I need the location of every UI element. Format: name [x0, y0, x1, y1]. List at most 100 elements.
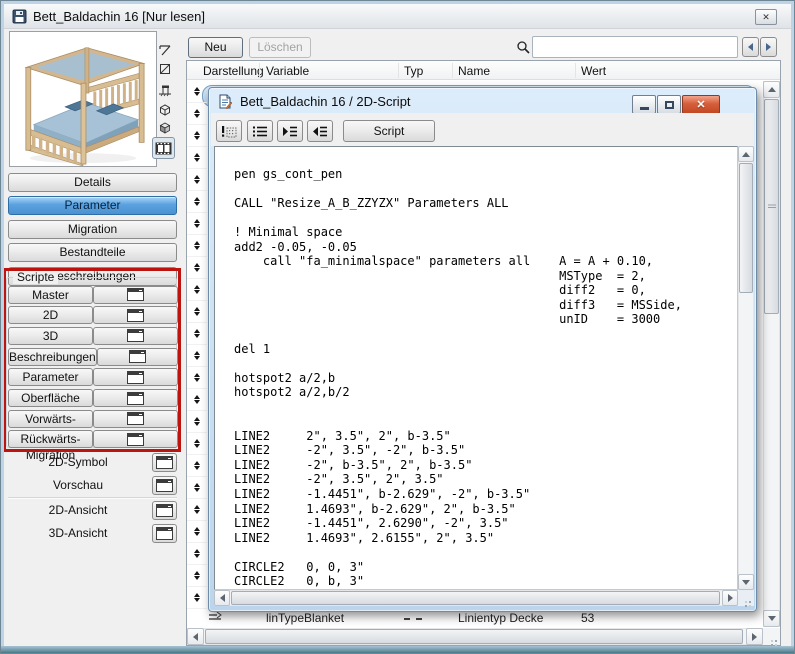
row-drag-handle-icon[interactable] — [187, 565, 207, 587]
row-drag-handle-icon[interactable] — [187, 389, 207, 411]
row-drag-handle-icon[interactable] — [187, 125, 207, 147]
close-icon[interactable]: ✕ — [682, 95, 720, 114]
open-script-window-button[interactable] — [93, 327, 178, 345]
row-drag-handle-icon[interactable] — [187, 191, 207, 213]
row-drag-handle-icon[interactable] — [187, 103, 207, 125]
row-drag-handle-icon[interactable] — [187, 257, 207, 279]
row-drag-handle-icon[interactable] — [187, 345, 207, 367]
search-prev-button[interactable] — [742, 37, 759, 57]
vertical-scroll-thumb[interactable] — [739, 163, 753, 293]
open-script-window-button[interactable] — [93, 286, 178, 304]
script-button[interactable]: 2D — [8, 306, 93, 324]
script-row: Vorwärts-Migration — [8, 409, 178, 428]
scroll-up-button[interactable] — [763, 81, 780, 98]
open-script-window-button[interactable] — [93, 410, 178, 428]
row-drag-handle-icon[interactable] — [187, 323, 207, 345]
row-drag-handle-icon[interactable] — [187, 169, 207, 191]
row-drag-handle-icon[interactable] — [187, 411, 207, 433]
solid-cube-icon[interactable] — [157, 121, 173, 135]
search-next-button[interactable] — [760, 37, 777, 57]
line-numbers-button[interactable] — [247, 120, 273, 142]
row-drag-handle-icon[interactable] — [187, 235, 207, 257]
row-drag-handle-icon[interactable] — [187, 301, 207, 323]
window-titlebar[interactable]: Bett_Baldachin 16 [Nur lesen] — [4, 4, 791, 29]
2d-drawing-icon[interactable] — [157, 42, 173, 56]
row-drag-handle-icon[interactable] — [187, 477, 207, 499]
column-wert[interactable]: Wert — [581, 64, 606, 78]
row-drag-handle-icon[interactable] — [187, 499, 207, 521]
window-icon — [127, 288, 144, 301]
wireframe-cube-icon[interactable] — [157, 103, 173, 117]
row-drag-handle-icon[interactable] — [187, 367, 207, 389]
row-drag-handle-icon[interactable] — [187, 543, 207, 565]
table-header[interactable]: Darstellung Variable Typ Name Wert — [187, 61, 780, 80]
window-icon — [156, 527, 173, 540]
object-on-ground-icon[interactable] — [157, 83, 173, 97]
script-button[interactable]: Beschreibungen — [8, 348, 97, 366]
horizontal-scroll-thumb[interactable] — [231, 591, 720, 605]
sidebar-item-parameter[interactable]: Parameter — [8, 196, 177, 215]
row-drag-handle-icon[interactable] — [187, 213, 207, 235]
open-script-window-button[interactable] — [93, 430, 178, 448]
check-script-icon-button[interactable] — [216, 120, 242, 142]
indent-button[interactable] — [277, 120, 303, 142]
script-button[interactable]: Parameter — [8, 368, 93, 386]
row-drag-handle-icon[interactable] — [187, 521, 207, 543]
outdent-button[interactable] — [307, 120, 333, 142]
scroll-left-button[interactable] — [214, 590, 230, 606]
arrow-left-icon — [193, 633, 198, 641]
maximize-icon[interactable] — [657, 95, 681, 114]
row-drag-handle-icon[interactable] — [187, 147, 207, 169]
sidebar-item-bestandteile[interactable]: Bestandteile — [8, 243, 177, 262]
script-button[interactable]: 3D — [8, 327, 93, 345]
column-darstellung[interactable]: Darstellung — [203, 64, 264, 78]
row-drag-handle-icon[interactable] — [187, 455, 207, 477]
2d-symbol-view-icon[interactable] — [157, 62, 173, 76]
exclamation-grid-icon — [221, 124, 237, 138]
scroll-right-button[interactable] — [746, 628, 763, 645]
script-button[interactable]: Master — [8, 286, 93, 304]
search-input[interactable] — [532, 36, 738, 58]
scroll-left-button[interactable] — [187, 628, 204, 645]
sidebar-item-details[interactable]: Details — [8, 173, 177, 192]
sidebar-divider — [8, 497, 177, 498]
open-script-window-button[interactable] — [93, 368, 178, 386]
check-script-button[interactable]: Script überprüfen — [343, 120, 435, 142]
scroll-right-button[interactable] — [722, 590, 738, 606]
row-drag-handle-icon[interactable] — [187, 279, 207, 301]
sidebar-item-migration[interactable]: Migration — [8, 220, 177, 239]
open-vorschau-button[interactable] — [152, 476, 177, 495]
scroll-down-button[interactable] — [738, 574, 754, 590]
delete-button[interactable]: Löschen — [249, 37, 311, 58]
app-icon — [12, 9, 27, 24]
open-script-window-button[interactable] — [93, 389, 178, 407]
vertical-scroll-thumb[interactable] — [764, 99, 779, 314]
script-code[interactable]: pen gs_cont_pen CALL "Resize_A_B_ZZYZX" … — [215, 147, 737, 590]
close-icon[interactable]: ✕ — [755, 9, 777, 25]
column-name[interactable]: Name — [458, 64, 490, 78]
open-3d-ansicht-button[interactable] — [152, 524, 177, 543]
open-script-window-button[interactable] — [97, 348, 178, 366]
column-variable[interactable]: Variable — [266, 64, 309, 78]
open-2d-symbol-button[interactable] — [152, 453, 177, 472]
script-editor[interactable]: pen gs_cont_pen CALL "Resize_A_B_ZZYZX" … — [214, 146, 738, 590]
minimize-icon[interactable] — [632, 95, 656, 114]
row-drag-handle-icon[interactable] — [187, 433, 207, 455]
preview-picture-button[interactable] — [152, 137, 175, 159]
resize-grip-icon[interactable] — [763, 628, 780, 645]
open-2d-ansicht-button[interactable] — [152, 501, 177, 520]
column-typ[interactable]: Typ — [404, 64, 423, 78]
script-button[interactable]: Rückwärts-Migration — [8, 430, 93, 448]
scroll-down-button[interactable] — [763, 610, 780, 627]
row-drag-handle-icon[interactable] — [187, 587, 207, 609]
row-variable: linTypeBlanket — [266, 611, 344, 625]
resize-grip-icon[interactable] — [738, 590, 754, 606]
script-button[interactable]: Oberfläche — [8, 389, 93, 407]
row-drag-handle-icon[interactable] — [187, 81, 207, 103]
open-script-window-button[interactable] — [93, 306, 178, 324]
script-button[interactable]: Vorwärts-Migration — [8, 410, 93, 428]
row-display-icon — [208, 612, 222, 623]
new-button[interactable]: Neu — [188, 37, 243, 58]
horizontal-scroll-thumb[interactable] — [205, 629, 743, 644]
scroll-up-button[interactable] — [738, 146, 754, 162]
